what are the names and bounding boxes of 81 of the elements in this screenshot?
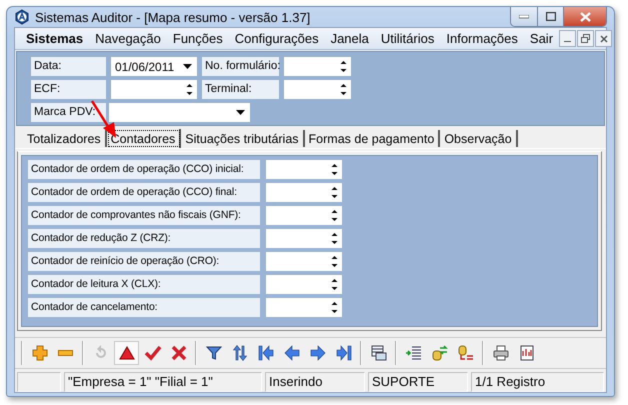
- menu-item[interactable]: Utilitários: [374, 31, 440, 46]
- menu-item[interactable]: Navegação: [89, 31, 167, 46]
- checkmark-icon: [144, 344, 162, 362]
- minimize-button[interactable]: [559, 30, 576, 47]
- sort-arrows-icon: [230, 344, 248, 362]
- spin-arrows-icon[interactable]: [331, 209, 338, 222]
- spin-arrows-icon[interactable]: [331, 301, 338, 314]
- spin-field[interactable]: [266, 298, 342, 317]
- spin-arrows-icon[interactable]: [331, 232, 338, 245]
- spin-field[interactable]: [266, 252, 342, 271]
- field-label: Contador de comprovantes não fiscais (GNF):: [28, 206, 260, 225]
- status-text: Inserindo: [265, 372, 365, 392]
- field-label: No. formulário:: [202, 57, 279, 76]
- menu-item[interactable]: Informações: [440, 31, 524, 46]
- minus-icon: [58, 350, 73, 356]
- funnel-icon: [204, 344, 222, 362]
- status-text: "Empresa = 1" "Filial = 1": [64, 372, 262, 392]
- close-button[interactable]: [563, 7, 606, 26]
- maximize-icon: [546, 12, 556, 21]
- close-icon: [580, 12, 590, 22]
- list-import-icon: [404, 344, 422, 362]
- spin-field[interactable]: [266, 229, 342, 248]
- close-icon: [600, 34, 608, 42]
- field-label: Contador de leitura X (CLX):: [28, 275, 260, 294]
- spin-field[interactable]: [111, 80, 197, 99]
- status-pane: [17, 372, 61, 392]
- toolbar-button[interactable]: [114, 341, 139, 365]
- spin-arrows-icon[interactable]: [331, 278, 338, 291]
- printer-icon: [492, 344, 510, 362]
- plus-icon: [30, 344, 48, 362]
- spin-arrows-icon[interactable]: [340, 60, 347, 73]
- restore-icon: [581, 34, 590, 43]
- next-icon: [308, 344, 326, 362]
- dropdown-caret-icon[interactable]: [183, 64, 192, 69]
- minimize-icon: [519, 14, 529, 18]
- previous-icon: [282, 344, 300, 362]
- restore-button[interactable]: [577, 30, 594, 47]
- spin-arrows-icon[interactable]: [340, 83, 347, 96]
- menu-item[interactable]: Configurações: [228, 31, 325, 46]
- tab[interactable]: Contadores: [106, 129, 182, 148]
- status-text: SUPORTE: [368, 372, 468, 392]
- database-list-icon: [456, 344, 474, 362]
- spin-field[interactable]: [266, 183, 342, 202]
- field-label: Contador de reinício de operação (CRO):: [28, 252, 260, 271]
- menu-item[interactable]: Janela: [324, 31, 375, 46]
- menu-item[interactable]: Sair: [524, 31, 560, 46]
- first-record-icon: [256, 344, 274, 362]
- field-label: Contador de ordem de operação (CCO) final:: [28, 183, 260, 202]
- grid-icon: [370, 344, 388, 362]
- spin-arrows-icon[interactable]: [186, 83, 193, 96]
- spin-field[interactable]: [266, 206, 342, 225]
- close-button[interactable]: [595, 30, 612, 47]
- status-text: 1/1 Registro: [471, 372, 604, 392]
- database-swap-icon: [430, 344, 448, 362]
- field-label: Terminal:: [202, 80, 279, 99]
- chart-icon: [518, 344, 536, 362]
- app-logo-icon: [14, 9, 30, 25]
- field-label: Data:: [31, 57, 106, 76]
- menu-item[interactable]: Funções: [166, 31, 229, 46]
- minimize-button[interactable]: [511, 7, 537, 26]
- field-label: Contador de ordem de operação (CCO) inicial:: [28, 160, 260, 179]
- close-icon: [170, 344, 188, 362]
- maximize-button[interactable]: [537, 7, 563, 26]
- spin-arrows-icon[interactable]: [331, 163, 338, 176]
- field-label: Contador de cancelamento:: [28, 298, 260, 317]
- spin-field[interactable]: [284, 80, 351, 99]
- field-label: Contador de redução Z (CRZ):: [28, 229, 260, 248]
- spin-field[interactable]: [284, 57, 351, 76]
- triangle-icon: [118, 344, 136, 362]
- spin-arrows-icon[interactable]: [331, 186, 338, 199]
- dropdown-field[interactable]: [109, 103, 250, 122]
- last-record-icon: [334, 344, 352, 362]
- dropdown-field[interactable]: 01/06/2011: [111, 57, 197, 76]
- dropdown-caret-icon[interactable]: [236, 110, 245, 115]
- spin-field[interactable]: [266, 160, 342, 179]
- menu-item[interactable]: Sistemas: [20, 31, 90, 46]
- spin-field[interactable]: [266, 275, 342, 294]
- field-label: Marca PDV:: [31, 103, 106, 122]
- spin-arrows-icon[interactable]: [331, 255, 338, 268]
- window-title: Sistemas Auditor - [Mapa resumo - versão 1.37]: [35, 10, 312, 24]
- field-label: ECF:: [31, 80, 106, 99]
